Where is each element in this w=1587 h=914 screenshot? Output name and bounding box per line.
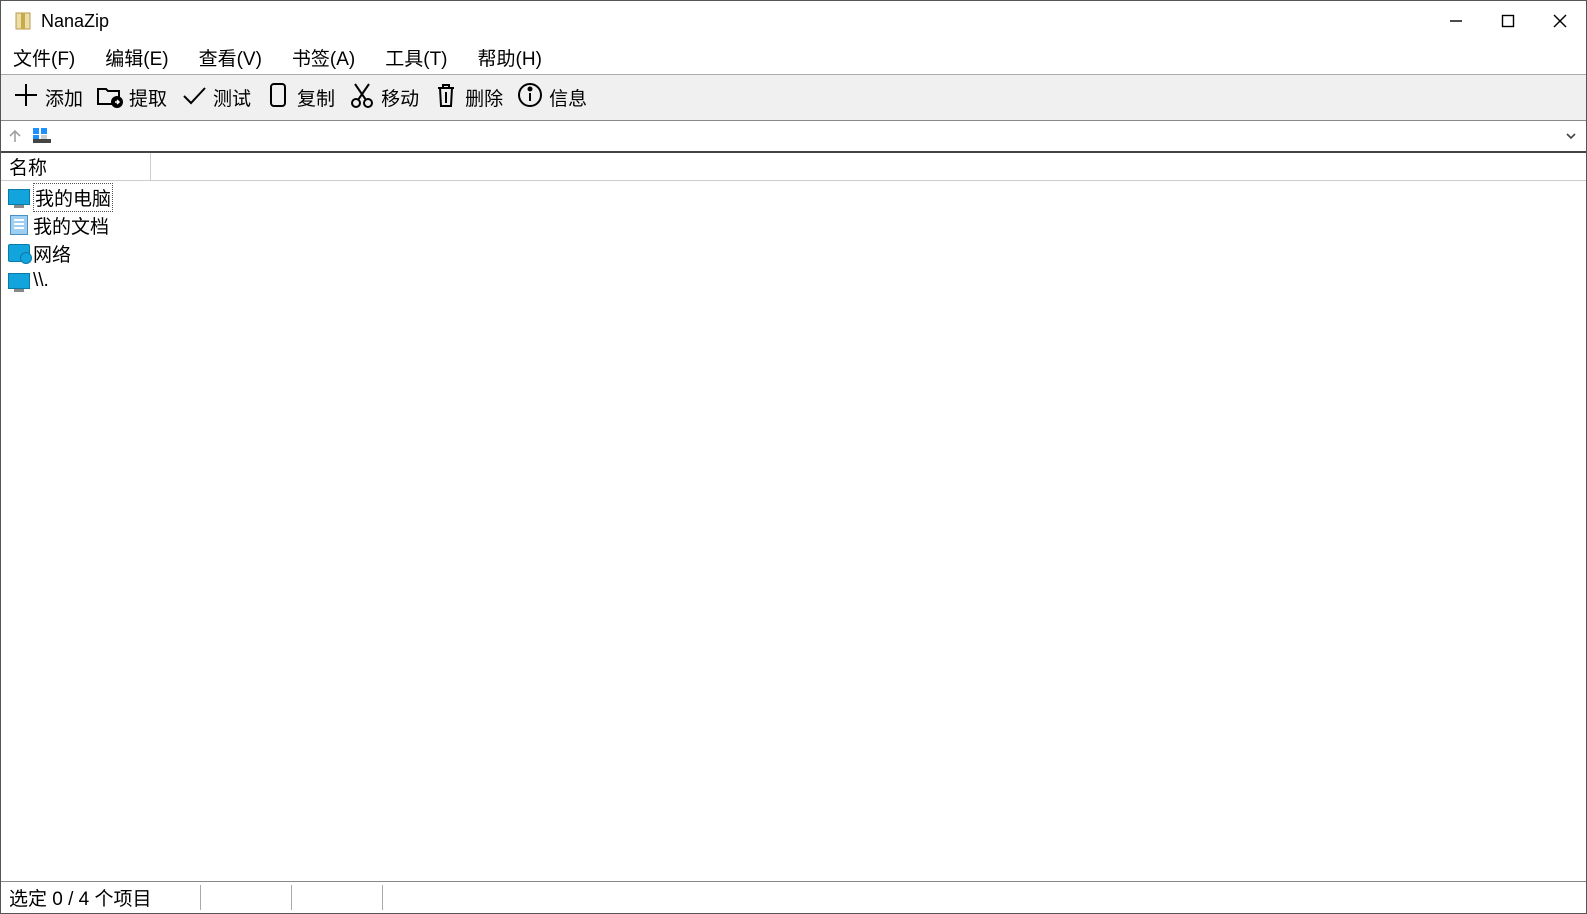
- add-label: 添加: [45, 84, 83, 111]
- menu-bar: 文件(F) 编辑(E) 查看(V) 书签(A) 工具(T) 帮助(H): [1, 41, 1586, 75]
- move-label: 移动: [381, 84, 419, 111]
- check-icon: [179, 80, 209, 116]
- extract-button[interactable]: 提取: [89, 75, 173, 120]
- address-box[interactable]: [33, 123, 1556, 149]
- maximize-button[interactable]: [1482, 1, 1534, 41]
- move-button[interactable]: 移动: [341, 75, 425, 120]
- column-name[interactable]: 名称: [1, 153, 151, 180]
- folder-arrow-icon: [95, 80, 125, 116]
- info-icon: [515, 80, 545, 116]
- menu-help[interactable]: 帮助(H): [472, 42, 548, 73]
- list-item[interactable]: \\.: [7, 267, 1580, 295]
- item-label: 网络: [33, 240, 71, 267]
- file-list[interactable]: 我的电脑我的文档网络 \\.: [1, 181, 1586, 881]
- plus-icon: [11, 80, 41, 116]
- add-button[interactable]: 添加: [5, 75, 89, 120]
- column-header: 名称: [1, 153, 1586, 181]
- close-button[interactable]: [1534, 1, 1586, 41]
- status-selection: 选定 0 / 4 个项目: [1, 882, 160, 913]
- item-label: 我的电脑: [33, 183, 113, 212]
- list-item[interactable]: 我的文档: [7, 211, 1580, 239]
- item-label: 我的文档: [33, 212, 109, 239]
- delete-button[interactable]: 删除: [425, 75, 509, 120]
- extract-label: 提取: [129, 84, 167, 111]
- menu-view[interactable]: 查看(V): [193, 42, 268, 73]
- test-button[interactable]: 测试: [173, 75, 257, 120]
- info-label: 信息: [549, 84, 587, 111]
- info-button[interactable]: 信息: [509, 75, 593, 120]
- delete-label: 删除: [465, 84, 503, 111]
- monitor2-icon: [7, 270, 31, 292]
- menu-bookmark[interactable]: 书签(A): [286, 42, 361, 73]
- trash-icon: [431, 80, 461, 116]
- up-button[interactable]: [3, 128, 27, 144]
- item-label: \\.: [33, 270, 49, 292]
- monitor-icon: [7, 186, 31, 208]
- copy-icon: [263, 80, 293, 116]
- copy-label: 复制: [297, 84, 335, 111]
- address-dropdown[interactable]: [1556, 129, 1586, 143]
- status-bar: 选定 0 / 4 个项目: [1, 881, 1586, 913]
- app-title: NanaZip: [41, 11, 109, 32]
- menu-tools[interactable]: 工具(T): [379, 42, 453, 73]
- scissors-icon: [347, 80, 377, 116]
- minimize-button[interactable]: [1430, 1, 1482, 41]
- net-icon: [7, 242, 31, 264]
- app-icon: [13, 11, 33, 31]
- address-bar: [1, 121, 1586, 153]
- doc-icon: [7, 214, 31, 236]
- copy-button[interactable]: 复制: [257, 75, 341, 120]
- toolbar: 添加 提取 测试 复制 移动 删除 信息: [1, 75, 1586, 121]
- list-item[interactable]: 我的电脑: [7, 183, 1580, 211]
- app-window: NanaZip 文件(F) 编辑(E) 查看(V) 书签(A) 工具(T) 帮助…: [0, 0, 1587, 914]
- computer-icon: [33, 128, 57, 144]
- list-item[interactable]: 网络: [7, 239, 1580, 267]
- test-label: 测试: [213, 84, 251, 111]
- menu-file[interactable]: 文件(F): [7, 42, 81, 73]
- title-bar[interactable]: NanaZip: [1, 1, 1586, 41]
- menu-edit[interactable]: 编辑(E): [99, 42, 174, 73]
